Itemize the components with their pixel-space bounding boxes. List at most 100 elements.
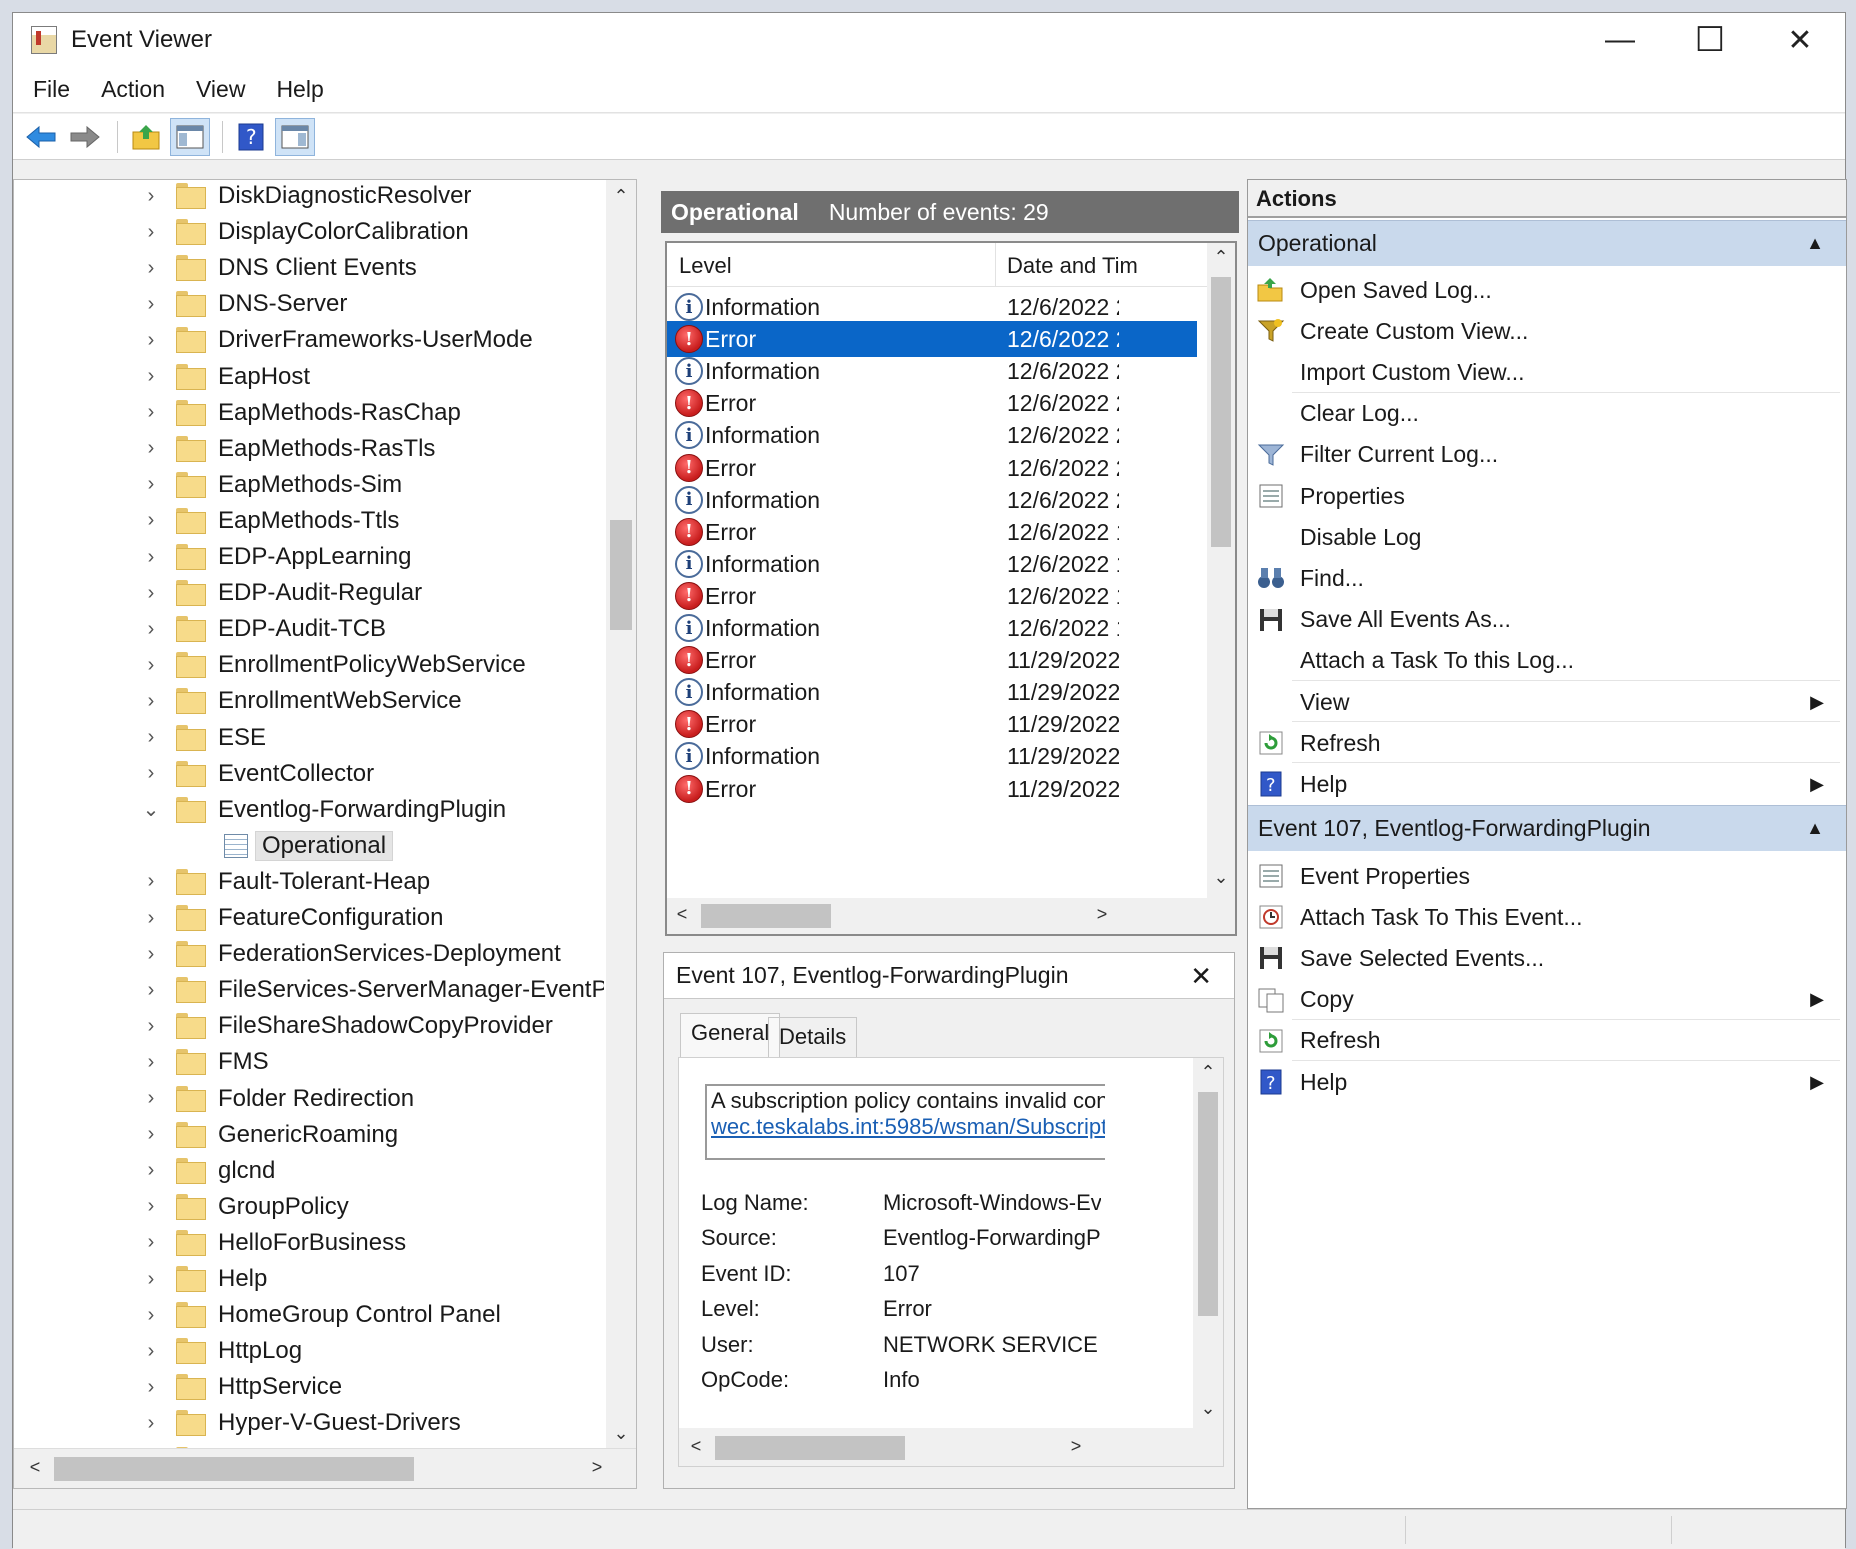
event-row[interactable]: !Error 12/6/2022 1: bbox=[667, 578, 1197, 614]
tree-horizontal-scrollbar[interactable]: < > bbox=[14, 1448, 636, 1488]
tree-item[interactable]: › ESE bbox=[14, 720, 604, 756]
scrollbar-thumb[interactable] bbox=[1198, 1092, 1218, 1316]
action-save-selected-events[interactable]: Save Selected Events... bbox=[1248, 938, 1846, 978]
menu-file[interactable]: File bbox=[33, 76, 70, 103]
tree-item[interactable]: ⌄ Eventlog-ForwardingPlugin bbox=[14, 792, 604, 828]
collapse-triangle-icon[interactable]: ▲ bbox=[1806, 818, 1824, 839]
action-event-properties[interactable]: Event Properties bbox=[1248, 856, 1846, 896]
detail-vertical-scrollbar[interactable]: ⌃ ⌄ bbox=[1193, 1058, 1223, 1428]
chevron-right-icon[interactable]: › bbox=[140, 1159, 162, 1182]
action-copy[interactable]: Copy ▶ bbox=[1248, 980, 1846, 1020]
minimize-button[interactable]: — bbox=[1575, 13, 1665, 67]
event-row[interactable]: iInformation 12/6/2022 2: bbox=[667, 289, 1197, 325]
action-help[interactable]: ? Help ▶ bbox=[1248, 1062, 1846, 1102]
chevron-right-icon[interactable]: › bbox=[140, 1015, 162, 1038]
actions-section-operational[interactable]: Operational ▲ bbox=[1248, 220, 1846, 266]
tree-item[interactable]: › DriverFrameworks-UserMode bbox=[14, 322, 604, 358]
chevron-right-icon[interactable]: › bbox=[140, 1376, 162, 1399]
chevron-right-icon[interactable]: › bbox=[140, 546, 162, 569]
action-create-custom-view[interactable]: Create Custom View... bbox=[1248, 311, 1846, 351]
tree-item[interactable]: › HttpService bbox=[14, 1369, 604, 1405]
chevron-right-icon[interactable]: › bbox=[140, 762, 162, 785]
tree-item[interactable]: › EDP-AppLearning bbox=[14, 539, 604, 575]
column-divider[interactable] bbox=[995, 243, 996, 287]
event-row[interactable]: !Error 11/29/2022 1 bbox=[667, 771, 1197, 807]
chevron-right-icon[interactable]: › bbox=[140, 473, 162, 496]
tree-item[interactable]: › EDP-Audit-Regular bbox=[14, 575, 604, 611]
chevron-right-icon[interactable]: › bbox=[140, 329, 162, 352]
tree-item[interactable]: Operational bbox=[14, 828, 604, 864]
chevron-right-icon[interactable]: › bbox=[140, 1268, 162, 1291]
detail-horizontal-scrollbar[interactable]: < > bbox=[679, 1428, 1223, 1466]
tree-item[interactable]: › FeatureConfiguration bbox=[14, 900, 604, 936]
scroll-down-arrow-icon[interactable]: ⌄ bbox=[1195, 1398, 1221, 1419]
scroll-right-arrow-icon[interactable]: > bbox=[1063, 1436, 1089, 1457]
tree-item[interactable]: › EapHost bbox=[14, 359, 604, 395]
tree-item[interactable]: › DisplayColorCalibration bbox=[14, 214, 604, 250]
scroll-down-arrow-icon[interactable]: ⌄ bbox=[1208, 867, 1234, 888]
tree-item[interactable]: › GroupPolicy bbox=[14, 1189, 604, 1225]
action-view[interactable]: View ▶ bbox=[1248, 682, 1846, 722]
action-import-custom-view[interactable]: Import Custom View... bbox=[1248, 352, 1846, 392]
scroll-up-arrow-icon[interactable]: ⌃ bbox=[1208, 247, 1234, 268]
scroll-left-arrow-icon[interactable]: < bbox=[22, 1457, 48, 1478]
tree-item[interactable]: › EapMethods-RasChap bbox=[14, 395, 604, 431]
column-level[interactable]: Level bbox=[679, 253, 732, 279]
chevron-right-icon[interactable]: › bbox=[140, 1123, 162, 1146]
tree-item[interactable]: › EapMethods-Ttls bbox=[14, 503, 604, 539]
scroll-right-arrow-icon[interactable]: > bbox=[1089, 904, 1115, 925]
chevron-right-icon[interactable]: › bbox=[140, 293, 162, 316]
action-disable-log[interactable]: Disable Log bbox=[1248, 517, 1846, 557]
event-row[interactable]: !Error 11/29/2022 1 bbox=[667, 706, 1197, 742]
tree-item[interactable]: › DNS Client Events bbox=[14, 250, 604, 286]
tree-item[interactable]: › FederationServices-Deployment bbox=[14, 936, 604, 972]
tree-item[interactable]: › Hyper-V-Guest-Drivers bbox=[14, 1405, 604, 1441]
chevron-right-icon[interactable]: › bbox=[140, 726, 162, 749]
event-row[interactable]: !Error 11/29/2022 1 bbox=[667, 642, 1197, 678]
event-list-horizontal-scrollbar[interactable]: < > bbox=[667, 898, 1235, 934]
help-icon[interactable]: ? bbox=[231, 118, 271, 156]
event-row[interactable]: iInformation 12/6/2022 2: bbox=[667, 482, 1197, 518]
chevron-right-icon[interactable]: › bbox=[140, 1087, 162, 1110]
scroll-up-arrow-icon[interactable]: ⌃ bbox=[608, 186, 634, 207]
tree-item[interactable]: › Fault-Tolerant-Heap bbox=[14, 864, 604, 900]
tree-item[interactable]: › Folder Redirection bbox=[14, 1081, 604, 1117]
chevron-right-icon[interactable]: › bbox=[140, 1340, 162, 1363]
action-attach-task-to-this-event[interactable]: Attach Task To This Event... bbox=[1248, 897, 1846, 937]
tree-item[interactable]: › DNS-Server bbox=[14, 286, 604, 322]
chevron-right-icon[interactable]: › bbox=[140, 1195, 162, 1218]
column-date-and-time[interactable]: Date and Time bbox=[1007, 253, 1137, 279]
chevron-right-icon[interactable]: › bbox=[140, 365, 162, 388]
event-row[interactable]: iInformation 12/6/2022 1: bbox=[667, 546, 1197, 582]
event-row[interactable]: iInformation 11/29/2022 1 bbox=[667, 738, 1197, 774]
chevron-right-icon[interactable]: › bbox=[140, 1412, 162, 1435]
tree-item[interactable]: › GenericRoaming bbox=[14, 1117, 604, 1153]
subscription-link[interactable]: wec.teskalabs.int:5985/wsman/Subscriptio… bbox=[711, 1114, 1105, 1140]
chevron-right-icon[interactable]: › bbox=[140, 437, 162, 460]
scrollbar-thumb[interactable] bbox=[1211, 277, 1231, 547]
chevron-right-icon[interactable]: › bbox=[140, 509, 162, 532]
tree-item[interactable]: › glcnd bbox=[14, 1153, 604, 1189]
action-refresh[interactable]: Refresh bbox=[1248, 723, 1846, 763]
scroll-up-arrow-icon[interactable]: ⌃ bbox=[1195, 1062, 1221, 1083]
tab-general[interactable]: General bbox=[680, 1013, 781, 1057]
action-find[interactable]: Find... bbox=[1248, 558, 1846, 598]
menu-action[interactable]: Action bbox=[101, 76, 165, 103]
chevron-right-icon[interactable]: › bbox=[140, 582, 162, 605]
tree-item[interactable]: › DiskDiagnosticResolver bbox=[14, 180, 604, 214]
chevron-right-icon[interactable]: › bbox=[140, 979, 162, 1002]
chevron-right-icon[interactable]: › bbox=[140, 221, 162, 244]
forward-arrow-icon[interactable] bbox=[65, 118, 105, 156]
tree-item[interactable]: › FMS bbox=[14, 1044, 604, 1080]
event-row[interactable]: iInformation 12/6/2022 2: bbox=[667, 353, 1197, 389]
scroll-left-arrow-icon[interactable]: < bbox=[683, 1436, 709, 1457]
actions-section-event[interactable]: Event 107, Eventlog-ForwardingPlugin ▲ bbox=[1248, 805, 1846, 851]
chevron-right-icon[interactable]: › bbox=[140, 907, 162, 930]
action-properties[interactable]: Properties bbox=[1248, 476, 1846, 516]
scrollbar-thumb[interactable] bbox=[715, 1436, 905, 1460]
event-row[interactable]: iInformation 12/6/2022 2: bbox=[667, 417, 1197, 453]
action-filter-current-log[interactable]: Filter Current Log... bbox=[1248, 435, 1846, 475]
event-row[interactable]: !Error 12/6/2022 2: bbox=[667, 385, 1197, 421]
chevron-right-icon[interactable]: › bbox=[140, 654, 162, 677]
tree-vertical-scrollbar[interactable]: ⌃ ⌄ bbox=[606, 180, 636, 1450]
